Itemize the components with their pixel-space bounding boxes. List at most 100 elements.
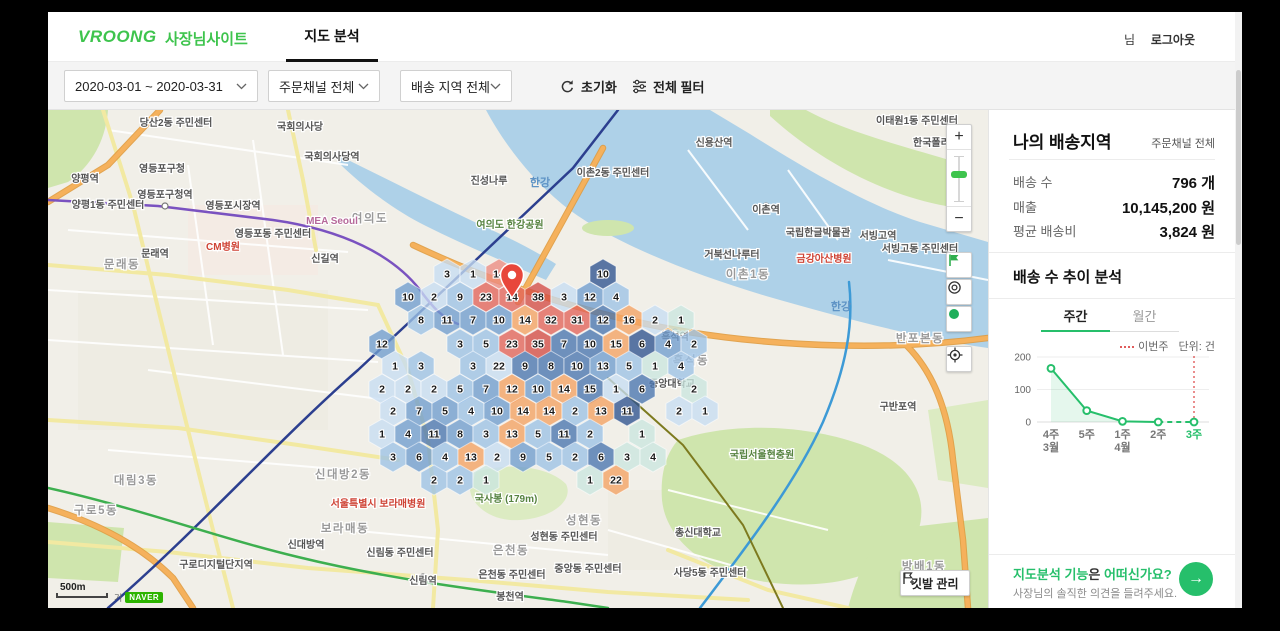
map-scale: 500m [56,582,108,598]
hex-value: 2 [405,384,411,396]
scale-label: 500m [60,582,86,593]
hex-value: 3 [390,452,396,464]
feedback-subtitle: 사장님의 솔직한 의견을 들려주세요. [1013,588,1178,600]
stat-label: 배송 수 [1013,175,1053,190]
hex-value: 5 [546,452,552,464]
hex-value: 4 [665,339,671,351]
zoom-in-button[interactable]: + [947,125,971,150]
reset-button[interactable]: 초기화 [560,70,617,102]
hex-value: 2 [572,406,578,418]
order-channel-select[interactable]: 주문채널 전체 [268,70,380,102]
stat-label: 매출 [1013,200,1037,215]
feedback-arrow-button[interactable]: → [1179,562,1213,596]
hex-value: 14 [493,269,505,281]
tab-monthly[interactable]: 월간 [1110,306,1179,332]
date-range-value: 2020-03-01 ~ 2020-03-31 [75,78,223,94]
zoom-slider-tick [954,156,964,157]
data-point [1153,417,1163,427]
hex-value: 12 [584,292,596,304]
tab-weekly[interactable]: 주간 [1041,306,1110,332]
flag-icon [949,254,959,266]
hex-value: 3 [561,292,567,304]
hex-value: 10 [584,339,596,351]
hex-value: 6 [598,452,604,464]
all-filters-button[interactable]: 전체 필터 [632,70,704,102]
hex-outline-layer-button[interactable] [946,279,972,305]
current-week-line-swatch [1120,346,1135,348]
map-canvas[interactable]: 당산2동 주민센터 국회의사당 국회의사당역 여의도 영등포구청 양평역 양평1동 주민센터… [48,110,988,608]
delivery-area-select[interactable]: 배송 지역 전체 [400,70,512,102]
hex-value: 2 [676,406,682,418]
hex-cell[interactable]: 1 [667,304,695,336]
current-location-button[interactable] [946,346,972,372]
hex-value: 13 [465,452,477,464]
zoom-slider-track[interactable] [958,156,960,202]
x-tick-label: 5주 [1079,428,1095,441]
hex-value: 2 [431,475,437,487]
hex-value: 11 [621,406,632,418]
y-tick-label: 200 [1014,353,1031,364]
hex-value: 5 [483,339,489,351]
flag-plus-icon [903,572,914,584]
feedback-title: 지도분석 기능은 어떠신가요? [1013,564,1172,583]
hex-value: 3 [444,269,450,281]
hex-value: 1 [587,475,593,487]
hex-value: 6 [639,384,645,396]
hex-value: 1 [652,361,658,373]
stat-row-delivery-count: 배송 수 796 개 [1013,172,1215,192]
hex-value: 2 [390,406,396,418]
hex-value: 23 [506,339,518,351]
hex-value: 5 [535,429,541,441]
trend-tabs: 주간 월간 [1041,306,1179,332]
naver-logo: NAVER [125,592,164,603]
hex-value: 8 [418,315,424,327]
flag-layer-button[interactable] [946,252,972,278]
zoom-slider-handle[interactable] [951,171,967,178]
window-scrollbar[interactable] [1235,12,1242,608]
panel-title: 나의 배송지역 [1013,133,1112,152]
hex-value: 2 [691,384,697,396]
data-point [1118,416,1127,426]
hex-value: 32 [545,315,557,327]
hex-value: 13 [506,429,518,441]
naver-attribution[interactable]: 기 NAVER [114,591,164,604]
trend-title: 배송 수 추이 분석 [1013,269,1123,286]
hex-value: 3 [624,452,630,464]
green-dot-icon [949,309,959,319]
hex-fill-layer-button[interactable] [946,306,972,332]
hex-value: 8 [548,361,554,373]
zoom-control: + − [946,124,972,232]
chevron-down-icon [358,83,369,89]
hex-value: 7 [561,339,567,351]
scrollbar-thumb[interactable] [1236,70,1241,245]
logout-button[interactable]: 로그아웃 [1151,31,1195,48]
flag-manage-button[interactable]: 깃발 관리 [900,570,970,596]
hex-value: 15 [610,339,622,351]
hex-value: 1 [470,269,476,281]
hex-value: 10 [532,384,544,396]
all-filters-label: 전체 필터 [653,79,705,95]
hex-value: 4 [613,292,619,304]
hex-value: 2 [494,452,500,464]
hexagon-heatmap: 3 1 14 1010 2 9 23 14 38 3 12 48 11 7 10 14 32 31 12 16 2 112… [368,258,719,496]
hex-cell[interactable]: 2 [641,304,669,336]
data-point [1046,363,1056,373]
hex-value: 38 [532,292,544,304]
hex-value: 7 [483,384,489,396]
hex-value: 12 [506,384,518,396]
delivery-area-value: 배송 지역 전체 [411,79,490,95]
hex-value: 22 [493,361,505,373]
hex-value: 3 [483,429,489,441]
hex-value: 31 [571,315,583,327]
hex-value: 4 [442,452,448,464]
hex-value: 5 [457,384,463,396]
zoom-out-button[interactable]: − [947,206,971,231]
stat-label: 평균 배송비 [1013,224,1077,239]
flag-manage-label: 깃발 관리 [911,576,959,591]
hex-value: 9 [522,361,528,373]
divider [1009,159,1215,160]
date-range-select[interactable]: 2020-03-01 ~ 2020-03-31 [64,70,258,102]
hex-value: 2 [691,339,697,351]
hex-value: 13 [597,361,609,373]
tab-map-analysis[interactable]: 지도 분석 [286,12,378,62]
